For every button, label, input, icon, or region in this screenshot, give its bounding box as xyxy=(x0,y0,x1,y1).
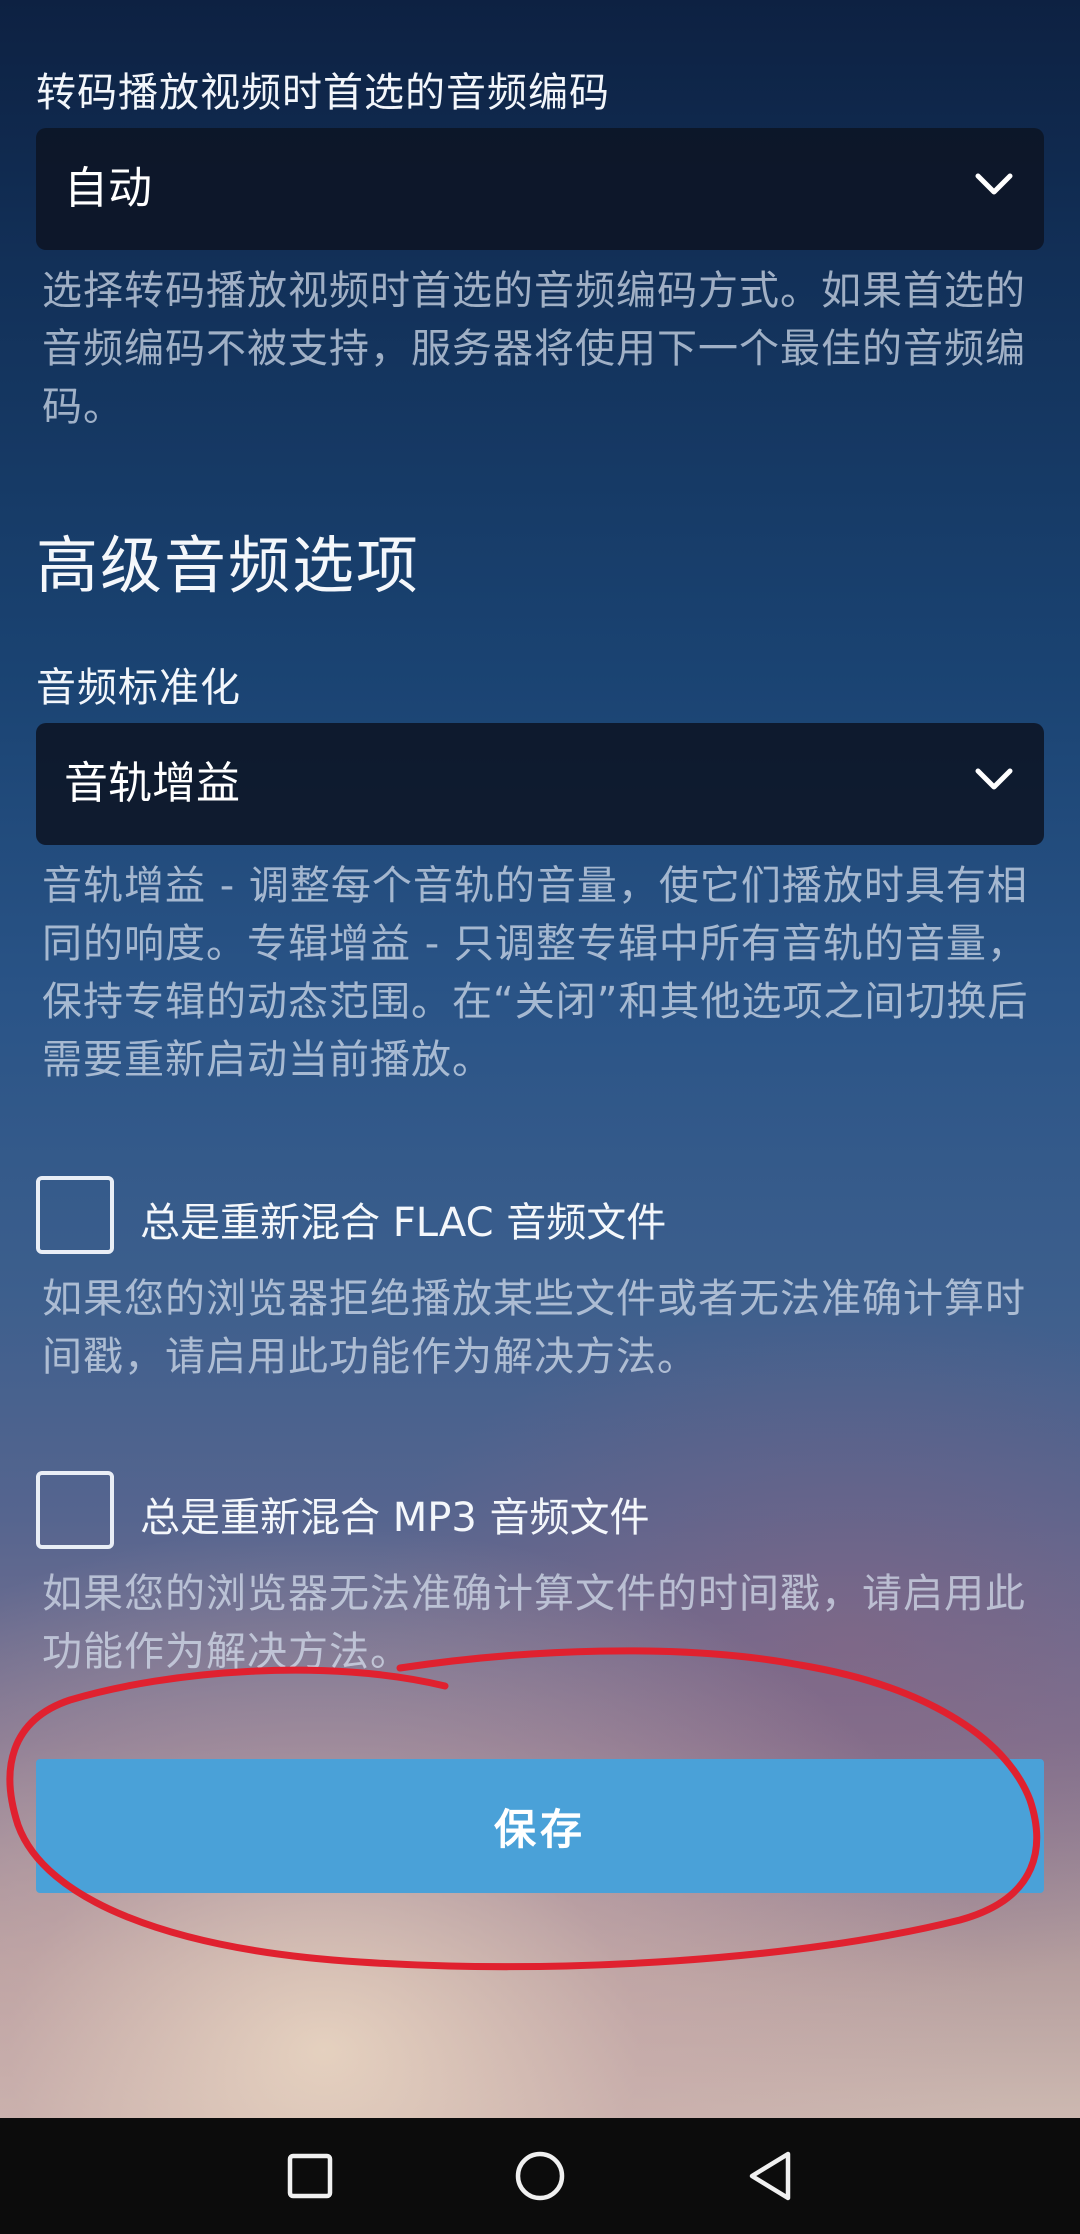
transcode-audio-value: 自动 xyxy=(64,163,152,214)
transcode-audio-help: 选择转码播放视频时首选的音频编码方式。如果首选的音频编码不被支持，服务器将使用下… xyxy=(42,268,1026,430)
square-recents-icon[interactable] xyxy=(274,2140,346,2212)
remux-mp3-label[interactable]: 总是重新混合 MP3 音频文件 xyxy=(140,1485,650,1543)
normalization-label: 音频标准化 xyxy=(36,665,241,711)
chevron-down-icon xyxy=(975,768,1013,790)
transcode-audio-select[interactable]: 自动 xyxy=(36,128,1044,250)
remux-flac-help: 如果您的浏览器拒绝播放某些文件或者无法准确计算时间戳，请启用此功能作为解决方法。 xyxy=(42,1276,1026,1380)
remux-mp3-help: 如果您的浏览器无法准确计算文件的时间戳，请启用此功能作为解决方法。 xyxy=(42,1571,1026,1675)
remux-flac-label[interactable]: 总是重新混合 FLAC 音频文件 xyxy=(140,1190,666,1248)
transcode-audio-label: 转码播放视频时首选的音频编码 xyxy=(36,70,610,116)
remux-flac-checkbox[interactable] xyxy=(36,1176,114,1254)
advanced-audio-heading: 高级音频选项 xyxy=(36,529,421,602)
settings-content: 转码播放视频时首选的音频编码 自动 选择转码播放视频时首选的音频编码方式。如果首… xyxy=(0,0,1080,2118)
remux-mp3-checkbox[interactable] xyxy=(36,1471,114,1549)
normalization-help: 音轨增益 - 调整每个音轨的音量，使它们播放时具有相同的响度。专辑增益 - 只调… xyxy=(42,863,1029,1083)
normalization-select[interactable]: 音轨增益 xyxy=(36,723,1044,845)
system-navigation-bar xyxy=(0,2118,1080,2234)
normalization-value: 音轨增益 xyxy=(64,758,240,809)
save-button[interactable]: 保存 xyxy=(36,1759,1044,1893)
chevron-down-icon xyxy=(975,173,1013,195)
triangle-back-icon[interactable] xyxy=(734,2140,806,2212)
circle-home-icon[interactable] xyxy=(504,2140,576,2212)
